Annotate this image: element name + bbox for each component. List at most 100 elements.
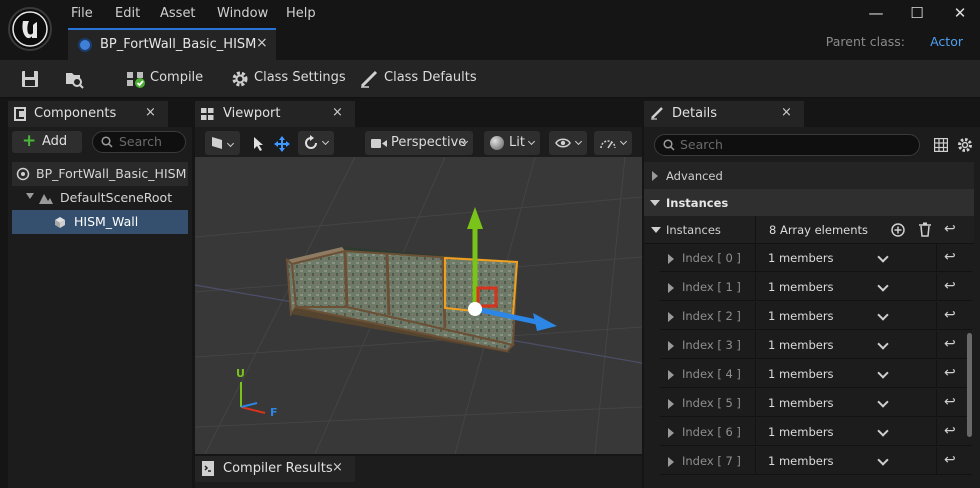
category-instances[interactable]: Instances: [644, 189, 974, 216]
class-settings-button[interactable]: Class Settings: [254, 70, 346, 85]
element-value: 1 members: [768, 280, 834, 294]
save-icon[interactable]: [20, 69, 40, 89]
tree-item-blueprint[interactable]: BP_FortWall_Basic_HISM: [12, 162, 188, 186]
category-advanced[interactable]: Advanced: [644, 162, 974, 189]
array-element-row[interactable]: Index [ 2 ] 1 members ↩: [660, 302, 972, 330]
tab-viewport[interactable]: Viewport ×: [195, 101, 355, 127]
array-element-row[interactable]: Index [ 4 ] 1 members ↩: [660, 360, 972, 388]
reset-to-default-icon[interactable]: ↩: [944, 336, 956, 352]
column-divider: [936, 418, 937, 446]
add-element-icon[interactable]: [891, 223, 905, 237]
realtime-dropdown[interactable]: [594, 131, 632, 155]
close-icon[interactable]: ×: [332, 460, 343, 475]
select-mode-icon[interactable]: [252, 136, 266, 152]
reset-to-default-icon[interactable]: ↩: [944, 221, 956, 237]
array-element-row[interactable]: Index [ 3 ] 1 members ↩: [660, 331, 972, 359]
viewport-canvas[interactable]: U F: [195, 157, 642, 454]
scrollbar-thumb[interactable]: [967, 333, 972, 437]
axis-forward-label: F: [270, 406, 278, 419]
minimize-icon[interactable]: —: [862, 4, 890, 22]
array-element-row[interactable]: Index [ 0 ] 1 members ↩: [660, 244, 972, 272]
perspective-label: Perspective: [391, 135, 467, 150]
reset-to-default-icon[interactable]: ↩: [944, 423, 956, 439]
maximize-icon[interactable]: ☐: [903, 4, 931, 22]
chevron-down-icon[interactable]: [877, 309, 889, 321]
parent-class-link[interactable]: Actor: [930, 34, 963, 49]
close-icon[interactable]: ×: [781, 105, 792, 120]
reset-to-default-icon[interactable]: ↩: [944, 307, 956, 323]
tree-item-label: HISM_Wall: [74, 214, 139, 229]
menu-window[interactable]: Window: [217, 6, 268, 21]
chevron-down-icon[interactable]: [877, 425, 889, 437]
menu-help[interactable]: Help: [286, 6, 316, 21]
array-element-row[interactable]: Index [ 7 ] 1 members ↩: [660, 447, 972, 475]
components-icon: [14, 107, 26, 121]
menu-file[interactable]: File: [71, 6, 93, 21]
chevron-down-icon[interactable]: [877, 251, 889, 263]
reset-to-default-icon[interactable]: ↩: [944, 249, 956, 265]
expand-arrow-icon[interactable]: [668, 254, 674, 264]
close-icon[interactable]: ×: [256, 35, 268, 51]
window-close-icon[interactable]: ✕: [946, 4, 974, 22]
chevron-down-icon[interactable]: [877, 454, 889, 466]
perspective-dropdown[interactable]: Perspective: [365, 131, 473, 155]
expand-arrow-icon[interactable]: [668, 428, 674, 438]
expand-arrow-icon[interactable]: [668, 283, 674, 293]
instances-category-label: Instances: [666, 196, 729, 210]
tree-item-default-scene-root[interactable]: DefaultSceneRoot: [12, 186, 188, 210]
element-index-label: Index [ 0 ]: [682, 251, 741, 265]
expand-arrow-icon[interactable]: [668, 312, 674, 322]
viewport-options-button[interactable]: [205, 131, 240, 155]
document-tab[interactable]: BP_FortWall_Basic_HISM ×: [68, 28, 276, 60]
reset-to-default-icon[interactable]: ↩: [944, 452, 956, 468]
array-element-row[interactable]: Index [ 5 ] 1 members ↩: [660, 389, 972, 417]
instances-count: 8 Array elements: [769, 223, 869, 237]
lit-dropdown[interactable]: Lit: [484, 131, 540, 155]
translate-tool-icon[interactable]: [274, 136, 290, 152]
tab-components[interactable]: Components ×: [8, 101, 168, 127]
compile-button[interactable]: Compile: [150, 70, 203, 85]
element-value: 1 members: [768, 396, 834, 410]
column-divider: [755, 273, 756, 301]
close-icon[interactable]: ×: [145, 105, 156, 120]
unreal-logo-icon[interactable]: [8, 7, 52, 51]
reset-to-default-icon[interactable]: ↩: [944, 394, 956, 410]
menu-edit[interactable]: Edit: [115, 6, 140, 21]
tab-compiler-results[interactable]: Compiler Results ×: [195, 456, 355, 482]
show-flags-dropdown[interactable]: [549, 131, 587, 155]
column-divider: [936, 389, 937, 417]
array-element-row[interactable]: Index [ 6 ] 1 members ↩: [660, 418, 972, 446]
viewport-icon: [201, 108, 214, 120]
reset-to-default-icon[interactable]: ↩: [944, 365, 956, 381]
class-defaults-button[interactable]: Class Defaults: [384, 70, 477, 85]
add-component-button[interactable]: + Add: [12, 131, 82, 153]
array-element-row[interactable]: Index [ 1 ] 1 members ↩: [660, 273, 972, 301]
chevron-down-icon[interactable]: [877, 338, 889, 350]
expand-arrow-icon[interactable]: [668, 399, 674, 409]
rotate-tool-button[interactable]: [298, 131, 334, 155]
chevron-down-icon[interactable]: [877, 367, 889, 379]
expand-arrow-icon[interactable]: [26, 193, 34, 199]
expand-arrow-icon[interactable]: [668, 341, 674, 351]
chevron-down-icon[interactable]: [877, 396, 889, 408]
column-divider: [755, 389, 756, 417]
expand-arrow-icon[interactable]: [668, 457, 674, 467]
element-value: 1 members: [768, 338, 834, 352]
reset-to-default-icon[interactable]: ↩: [944, 278, 956, 294]
menu-asset[interactable]: Asset: [160, 6, 196, 21]
tree-item-hism-wall[interactable]: HISM_Wall: [12, 210, 188, 234]
gear-icon[interactable]: [957, 137, 973, 153]
column-divider: [755, 360, 756, 388]
browse-icon[interactable]: [64, 69, 84, 89]
close-icon[interactable]: ×: [332, 105, 343, 120]
compile-icon: [127, 72, 145, 88]
expand-arrow-icon[interactable]: [668, 370, 674, 380]
tab-details[interactable]: Details ×: [644, 101, 804, 127]
table-view-icon[interactable]: [934, 138, 948, 152]
chevron-down-icon[interactable]: [877, 280, 889, 292]
components-search-input[interactable]: Search: [92, 131, 186, 153]
trash-icon[interactable]: [918, 222, 932, 237]
collapse-arrow-icon[interactable]: [651, 227, 661, 233]
details-search-input[interactable]: Search: [654, 134, 920, 156]
column-divider: [936, 302, 937, 330]
